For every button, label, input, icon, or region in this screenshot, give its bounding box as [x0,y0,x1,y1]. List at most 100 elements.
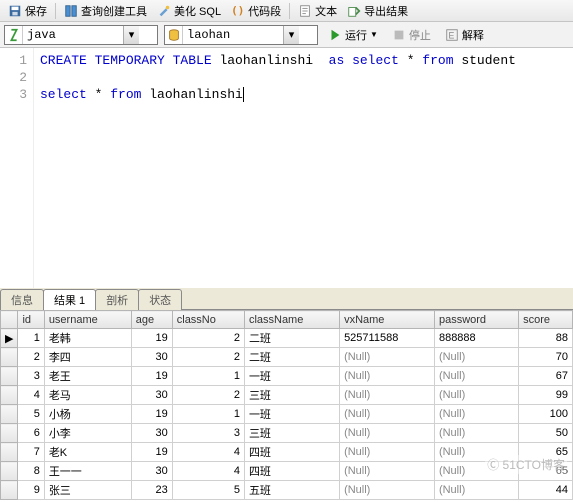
cell[interactable]: (Null) [434,405,518,424]
cell[interactable]: 一班 [244,405,339,424]
cell[interactable]: 三班 [244,424,339,443]
cell[interactable]: (Null) [340,405,435,424]
cell[interactable]: (Null) [340,386,435,405]
sql-editor[interactable]: 123 CREATE TEMPORARY TABLE laohanlinshi … [0,48,573,288]
col-score[interactable]: score [519,311,573,329]
cell[interactable]: (Null) [434,462,518,481]
cell[interactable]: 65 [519,443,573,462]
cell[interactable]: (Null) [434,424,518,443]
col-vxName[interactable]: vxName [340,311,435,329]
tab-result[interactable]: 结果 1 [43,289,96,310]
table-row[interactable]: 3老王191一班(Null)(Null)67 [1,367,573,386]
cell[interactable]: 2 [172,348,244,367]
cell[interactable]: 1 [172,367,244,386]
save-button[interactable]: 保存 [4,2,51,20]
cell[interactable]: 2 [172,329,244,348]
cell[interactable]: (Null) [340,424,435,443]
table-row[interactable]: ▶1老韩192二班52571158888888888 [1,329,573,348]
table-row[interactable]: 7老K194四班(Null)(Null)65 [1,443,573,462]
code-area[interactable]: CREATE TEMPORARY TABLE laohanlinshi as s… [34,48,522,288]
cell[interactable]: 一班 [244,367,339,386]
cell[interactable]: 3 [18,367,44,386]
table-row[interactable]: 5小杨191一班(Null)(Null)100 [1,405,573,424]
row-header[interactable] [1,386,18,405]
row-header[interactable]: ▶ [1,329,18,348]
cell[interactable]: 二班 [244,348,339,367]
cell[interactable]: 30 [131,424,172,443]
row-header[interactable] [1,348,18,367]
cell[interactable]: 525711588 [340,329,435,348]
cell[interactable]: 70 [519,348,573,367]
cell[interactable]: 50 [519,424,573,443]
cell[interactable]: 30 [131,386,172,405]
cell[interactable]: 三班 [244,386,339,405]
cell[interactable]: 4 [18,386,44,405]
cell[interactable]: 4 [172,443,244,462]
cell[interactable]: (Null) [340,462,435,481]
cell[interactable]: (Null) [434,367,518,386]
cell[interactable]: 19 [131,329,172,348]
table-row[interactable]: 4老马302三班(Null)(Null)99 [1,386,573,405]
cell[interactable]: 李四 [44,348,131,367]
cell[interactable]: 9 [18,481,44,500]
cell[interactable]: 44 [519,481,573,500]
stop-button[interactable]: 停止 [388,26,435,44]
cell[interactable]: 4 [172,462,244,481]
table-row[interactable]: 6小李303三班(Null)(Null)50 [1,424,573,443]
cell[interactable]: (Null) [340,481,435,500]
cell[interactable]: 四班 [244,462,339,481]
table-row[interactable]: 9张三235五班(Null)(Null)44 [1,481,573,500]
cell[interactable]: 小李 [44,424,131,443]
tab-profile[interactable]: 剖析 [95,289,139,310]
cell[interactable]: 99 [519,386,573,405]
tab-info[interactable]: 信息 [0,289,44,310]
query-builder-button[interactable]: 查询创建工具 [60,2,151,20]
cell[interactable]: 3 [172,424,244,443]
cell[interactable]: 小杨 [44,405,131,424]
result-grid[interactable]: idusernameageclassNoclassNamevxNamepassw… [0,310,573,500]
run-button[interactable]: 运行 ▼ [324,26,382,44]
cell[interactable]: 7 [18,443,44,462]
cell[interactable]: (Null) [434,443,518,462]
cell[interactable]: 2 [172,386,244,405]
cell[interactable]: 五班 [244,481,339,500]
cell[interactable]: (Null) [340,348,435,367]
table-row[interactable]: 8王一一304四班(Null)(Null)65 [1,462,573,481]
row-header[interactable] [1,481,18,500]
cell[interactable]: 19 [131,405,172,424]
row-header[interactable] [1,443,18,462]
cell[interactable]: 65 [519,462,573,481]
row-header[interactable] [1,367,18,386]
cell[interactable]: 888888 [434,329,518,348]
cell[interactable]: 2 [18,348,44,367]
text-button[interactable]: 文本 [294,2,341,20]
cell[interactable]: (Null) [434,348,518,367]
col-className[interactable]: className [244,311,339,329]
cell[interactable]: 王一一 [44,462,131,481]
cell[interactable]: 23 [131,481,172,500]
row-header[interactable] [1,424,18,443]
cell[interactable]: 5 [18,405,44,424]
result-grid-container[interactable]: idusernameageclassNoclassNamevxNamepassw… [0,310,573,502]
cell[interactable]: 100 [519,405,573,424]
cell[interactable]: 四班 [244,443,339,462]
tab-status[interactable]: 状态 [138,289,182,310]
cell[interactable]: 1 [172,405,244,424]
cell[interactable]: 19 [131,367,172,386]
cell[interactable]: 老K [44,443,131,462]
col-classNo[interactable]: classNo [172,311,244,329]
cell[interactable]: 19 [131,443,172,462]
cell[interactable]: 5 [172,481,244,500]
col-age[interactable]: age [131,311,172,329]
explain-button[interactable]: E 解释 [441,26,488,44]
cell[interactable]: 老王 [44,367,131,386]
cell[interactable]: (Null) [340,367,435,386]
cell[interactable]: 67 [519,367,573,386]
cell[interactable]: (Null) [340,443,435,462]
cell[interactable]: 老韩 [44,329,131,348]
table-row[interactable]: 2李四302二班(Null)(Null)70 [1,348,573,367]
row-header[interactable] [1,462,18,481]
col-password[interactable]: password [434,311,518,329]
cell[interactable]: (Null) [434,481,518,500]
col-username[interactable]: username [44,311,131,329]
